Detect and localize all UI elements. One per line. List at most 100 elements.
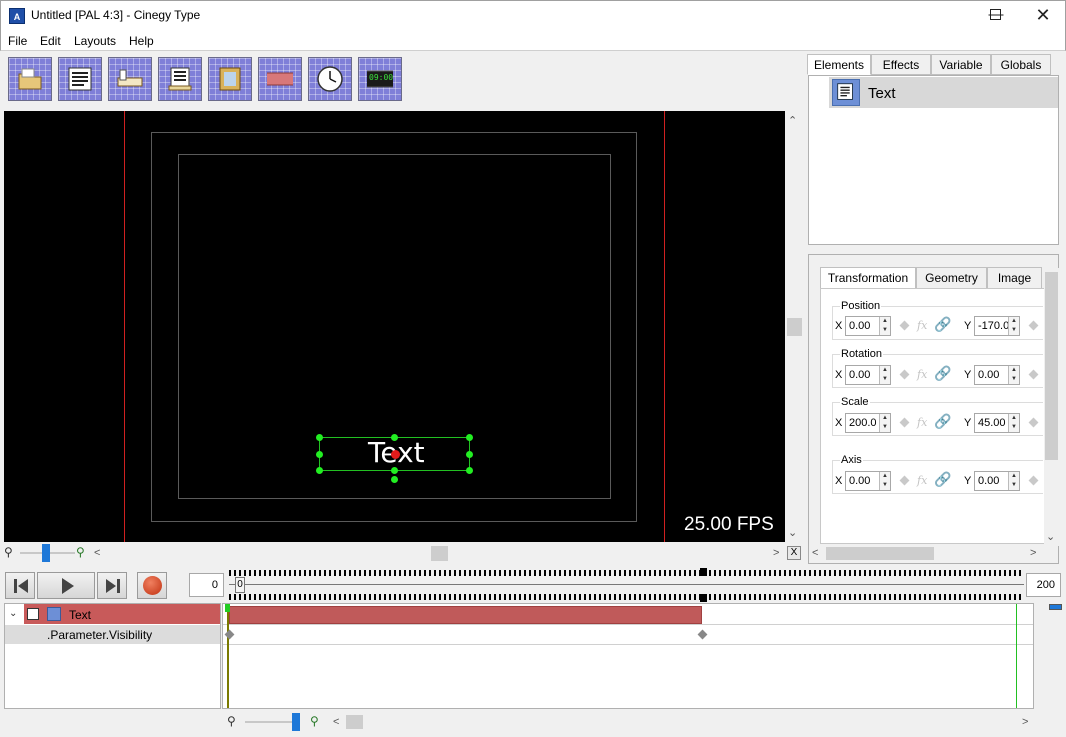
playhead-marker[interactable]: 0	[235, 577, 245, 593]
rotate-handle[interactable]	[391, 476, 398, 483]
resize-handle-b[interactable]	[391, 467, 398, 474]
properties-scroll-down-icon[interactable]: ⌄	[1046, 530, 1055, 543]
tab-effects[interactable]: Effects	[871, 54, 931, 75]
record-icon	[143, 576, 162, 595]
timeline-zoom-in-icon[interactable]: ⚲	[310, 714, 319, 728]
safe-area-left	[124, 111, 125, 542]
tab-image[interactable]: Image	[987, 267, 1042, 289]
maximize-button[interactable]	[990, 9, 1001, 20]
list-item[interactable]	[829, 77, 1058, 108]
link-icon[interactable]: 🔗	[934, 413, 951, 430]
menu-file[interactable]: File	[8, 34, 27, 48]
timeline-horizontal-thumb[interactable]	[346, 715, 363, 729]
track-parameter-name: .Parameter.Visibility	[47, 628, 153, 642]
timeline-end-marker	[1016, 604, 1017, 708]
properties-scroll-left-icon[interactable]: <	[812, 547, 818, 559]
link-icon[interactable]: 🔗	[934, 365, 951, 382]
resize-handle-r[interactable]	[466, 451, 473, 458]
playhead-head[interactable]	[225, 604, 230, 612]
timeline-zoom-out-icon[interactable]: ⚲	[227, 714, 236, 728]
scroll-up-icon[interactable]: ⌃	[788, 114, 797, 127]
axis-x-stepper[interactable]: ▲ ▼	[879, 472, 890, 490]
resize-handle-t[interactable]	[391, 434, 398, 441]
tab-elements[interactable]: Elements	[807, 54, 871, 75]
fx-icon[interactable]: fx	[917, 319, 927, 332]
expand-chevron-icon[interactable]: ⌄	[9, 608, 17, 619]
go-to-end-button[interactable]	[97, 572, 127, 599]
properties-scroll-right-icon[interactable]: >	[1030, 547, 1036, 559]
start-frame-field[interactable]: 0	[189, 573, 224, 597]
play-button[interactable]	[37, 572, 95, 599]
fx-icon[interactable]: fx	[917, 368, 927, 381]
canvas-zoom-row	[0, 543, 806, 563]
close-window-button[interactable]: ✕	[1020, 0, 1066, 31]
menu-layouts[interactable]: Layouts	[74, 34, 116, 48]
timeline-zoom-slider[interactable]	[292, 713, 300, 731]
rotation-y-stepper[interactable]: ▲ ▼	[1008, 366, 1019, 384]
timeline-ruler-bottom-ticks	[229, 594, 1024, 600]
tab-geometry[interactable]: Geometry	[916, 267, 987, 289]
timeline-scroll-right-icon[interactable]: >	[1022, 716, 1028, 728]
rectangle-icon	[267, 72, 293, 86]
axis-y-stepper[interactable]: ▲ ▼	[1008, 472, 1019, 490]
tab-globals[interactable]: Globals	[991, 54, 1051, 75]
text-element-clip[interactable]	[229, 606, 702, 624]
track-visibility-checkbox[interactable]	[27, 608, 39, 620]
timeline-zoom-track[interactable]	[245, 721, 297, 723]
collapse-timeline-button[interactable]	[1049, 604, 1062, 610]
x-label: X	[835, 320, 843, 332]
zoom-out-icon[interactable]: ⚲	[4, 545, 13, 559]
properties-horizontal-thumb[interactable]	[826, 547, 934, 560]
anchor-point[interactable]	[391, 450, 400, 459]
close-preview-button[interactable]: X	[787, 546, 801, 560]
timeline-playhead[interactable]	[227, 604, 229, 708]
scroll-right-icon[interactable]: >	[773, 547, 779, 559]
add-text-button[interactable]	[58, 57, 102, 101]
tab-variable[interactable]: Variable	[931, 54, 991, 75]
end-frame-field[interactable]: 200	[1026, 573, 1061, 597]
link-icon[interactable]: 🔗	[934, 471, 951, 488]
add-digital-clock-button[interactable]: 09:00	[358, 57, 402, 101]
rotation-x-stepper[interactable]: ▲ ▼	[879, 366, 890, 384]
resize-handle-l[interactable]	[316, 451, 323, 458]
zoom-in-icon[interactable]: ⚲	[76, 545, 85, 559]
position-x-stepper[interactable]: ▲ ▼	[879, 317, 890, 335]
add-ticker-button[interactable]	[108, 57, 152, 101]
properties-vertical-thumb[interactable]	[1045, 272, 1058, 460]
add-image-button[interactable]	[208, 57, 252, 101]
add-roll-button[interactable]	[158, 57, 202, 101]
menu-edit[interactable]: Edit	[40, 34, 61, 48]
resize-handle-tr[interactable]	[466, 434, 473, 441]
go-to-start-button[interactable]	[5, 572, 35, 599]
scale-y-stepper[interactable]: ▲ ▼	[1008, 414, 1019, 432]
resize-handle-tl[interactable]	[316, 434, 323, 441]
link-icon[interactable]: 🔗	[934, 316, 951, 333]
scale-x-stepper[interactable]: ▲ ▼	[879, 414, 890, 432]
timeline-ruler[interactable]	[229, 584, 1024, 585]
y-label: Y	[964, 475, 972, 487]
add-rectangle-button[interactable]	[258, 57, 302, 101]
axis-title: Axis	[840, 454, 863, 466]
scroll-down-icon[interactable]: ⌄	[788, 526, 797, 539]
tab-transformation[interactable]: Transformation	[820, 267, 916, 289]
safe-area-right	[664, 111, 665, 542]
timeline-scroll-left-icon[interactable]: <	[333, 716, 339, 728]
canvas-zoom-slider[interactable]	[42, 544, 50, 562]
record-button[interactable]	[137, 572, 167, 599]
add-clock-button[interactable]	[308, 57, 352, 101]
fx-icon[interactable]: fx	[917, 474, 927, 487]
canvas-vertical-scroll-thumb[interactable]	[787, 318, 802, 336]
scroll-left-icon[interactable]: <	[94, 547, 100, 559]
position-y-stepper[interactable]: ▲ ▼	[1008, 317, 1019, 335]
resize-handle-br[interactable]	[466, 467, 473, 474]
y-label: Y	[964, 320, 972, 332]
open-folder-button[interactable]	[8, 57, 52, 101]
fx-icon[interactable]: fx	[917, 416, 927, 429]
canvas-horizontal-scroll-thumb[interactable]	[431, 546, 448, 561]
x-label: X	[835, 369, 843, 381]
skip-end-icon	[106, 579, 120, 593]
menu-help[interactable]: Help	[129, 34, 154, 48]
resize-handle-bl[interactable]	[316, 467, 323, 474]
play-icon	[62, 578, 74, 594]
app-icon: A	[9, 8, 25, 24]
